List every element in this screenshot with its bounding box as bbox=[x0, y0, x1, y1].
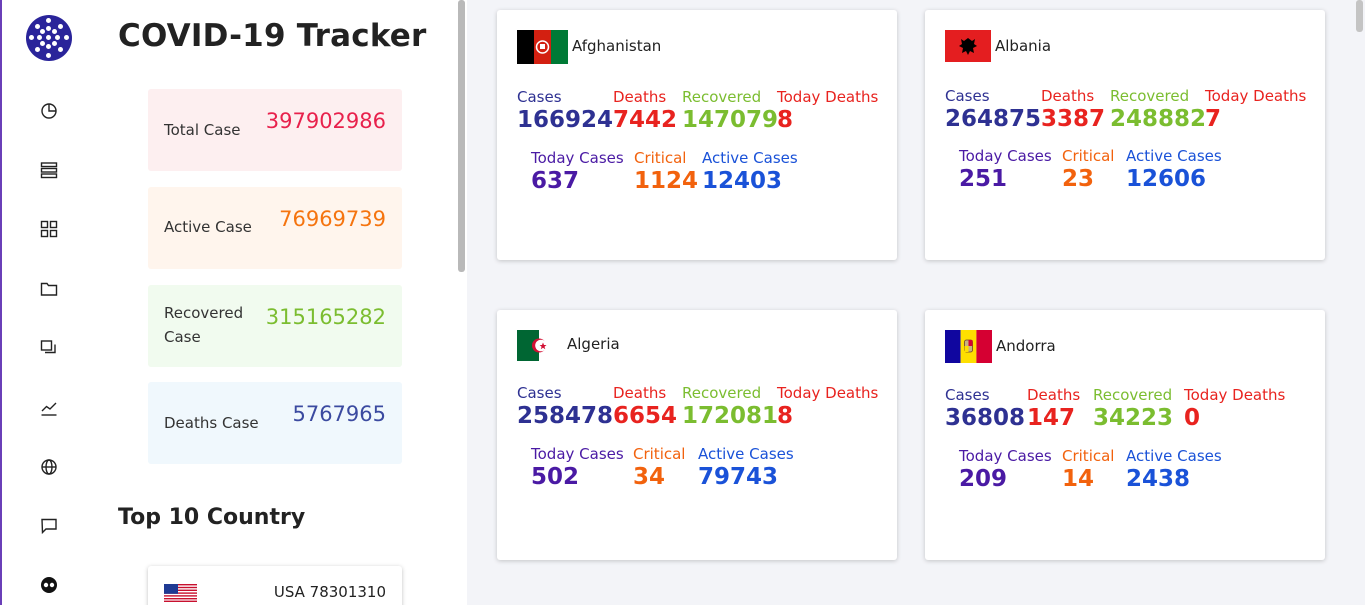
recovered-stat: Recovered 248882 bbox=[1110, 87, 1207, 132]
country-name: Albania bbox=[995, 37, 1052, 55]
today-cases-stat: Today Cases 637 bbox=[531, 149, 624, 194]
critical-stat: Critical 14 bbox=[1062, 447, 1115, 492]
active-case-card: Active Case 76969739 bbox=[148, 187, 402, 269]
today-deaths-stat: Today Deaths 8 bbox=[777, 88, 879, 133]
today-deaths-stat: Today Deaths 0 bbox=[1184, 386, 1286, 431]
recovered-stat: Recovered 147079 bbox=[682, 88, 779, 133]
active-case-label: Active Case bbox=[164, 218, 252, 236]
deaths-case-value: 5767965 bbox=[292, 402, 386, 426]
today-deaths-stat: Today Deaths 8 bbox=[777, 384, 879, 429]
total-case-label: Total Case bbox=[164, 121, 241, 139]
page-title: COVID-19 Tracker bbox=[118, 18, 427, 54]
country-name: Algeria bbox=[567, 335, 620, 353]
copy-icon[interactable] bbox=[39, 338, 59, 358]
country-card-albania[interactable]: Albania Cases 264875 Deaths 3387 Recovered… bbox=[925, 10, 1325, 260]
active-cases-stat: Active Cases 2438 bbox=[1126, 447, 1222, 492]
recovered-case-card: Recovered Case 315165282 bbox=[148, 285, 402, 367]
active-cases-stat: Active Cases 79743 bbox=[698, 445, 794, 490]
recovered-case-value: 315165282 bbox=[265, 305, 386, 329]
pie-chart-icon[interactable] bbox=[39, 101, 59, 121]
total-case-value: 397902986 bbox=[265, 109, 386, 133]
today-cases-stat: Today Cases 251 bbox=[959, 147, 1052, 192]
country-card-algeria[interactable]: Algeria Cases 258478 Deaths 6654 Recovered… bbox=[497, 310, 897, 560]
today-cases-stat: Today Cases 209 bbox=[959, 447, 1052, 492]
deaths-stat: Deaths 7442 bbox=[613, 88, 678, 133]
critical-stat: Critical 1124 bbox=[634, 149, 699, 194]
cases-stat: Cases 264875 bbox=[945, 87, 1042, 132]
top-country-item[interactable]: USA 78301310 bbox=[148, 566, 402, 605]
today-deaths-stat: Today Deaths 7 bbox=[1205, 87, 1307, 132]
critical-stat: Critical 34 bbox=[633, 445, 686, 490]
andorra-flag-icon bbox=[945, 330, 992, 363]
stats-panel: COVID-19 Tracker Total Case 397902986 Ac… bbox=[93, 0, 467, 605]
albania-flag-icon bbox=[945, 30, 991, 62]
country-card-afghanistan[interactable]: Afghanistan Cases 166924 Deaths 7442 Recov… bbox=[497, 10, 897, 260]
eyes-icon[interactable] bbox=[39, 575, 59, 595]
today-cases-stat: Today Cases 502 bbox=[531, 445, 624, 490]
cases-stat: Cases 166924 bbox=[517, 88, 614, 133]
list-icon[interactable] bbox=[39, 160, 59, 180]
afghanistan-flag-icon bbox=[517, 30, 568, 64]
usa-flag-icon bbox=[164, 584, 197, 602]
active-cases-stat: Active Cases 12403 bbox=[702, 149, 798, 194]
deaths-case-card: Deaths Case 5767965 bbox=[148, 382, 402, 464]
globe-icon[interactable] bbox=[39, 457, 59, 477]
recovered-stat: Recovered 34223 bbox=[1093, 386, 1174, 431]
algeria-flag-icon bbox=[517, 330, 561, 361]
recovered-case-label: Recovered Case bbox=[164, 304, 244, 346]
top-countries-title: Top 10 Country bbox=[118, 505, 306, 530]
panel-scrollbar[interactable] bbox=[458, 0, 465, 272]
trend-icon[interactable] bbox=[39, 398, 59, 418]
deaths-stat: Deaths 147 bbox=[1027, 386, 1081, 431]
grid-icon[interactable] bbox=[39, 219, 59, 239]
icon-rail bbox=[0, 0, 93, 605]
folder-icon[interactable] bbox=[39, 279, 59, 299]
active-cases-stat: Active Cases 12606 bbox=[1126, 147, 1222, 192]
deaths-stat: Deaths 3387 bbox=[1041, 87, 1106, 132]
critical-stat: Critical 23 bbox=[1062, 147, 1115, 192]
chat-icon[interactable] bbox=[39, 516, 59, 536]
country-name: Afghanistan bbox=[572, 37, 662, 55]
active-case-value: 76969739 bbox=[279, 207, 386, 231]
country-card-andorra[interactable]: Andorra Cases 36808 Deaths 147 Recovered 34… bbox=[925, 310, 1325, 560]
total-case-card: Total Case 397902986 bbox=[148, 89, 402, 171]
deaths-case-label: Deaths Case bbox=[164, 414, 259, 432]
cases-stat: Cases 258478 bbox=[517, 384, 614, 429]
recovered-stat: Recovered 172081 bbox=[682, 384, 779, 429]
top-country-text: USA 78301310 bbox=[273, 583, 386, 601]
window-scrollbar[interactable] bbox=[1356, 0, 1363, 32]
cases-stat: Cases 36808 bbox=[945, 386, 1026, 431]
deaths-stat: Deaths 6654 bbox=[613, 384, 678, 429]
virus-logo-icon bbox=[26, 15, 72, 61]
country-name: Andorra bbox=[996, 337, 1056, 355]
